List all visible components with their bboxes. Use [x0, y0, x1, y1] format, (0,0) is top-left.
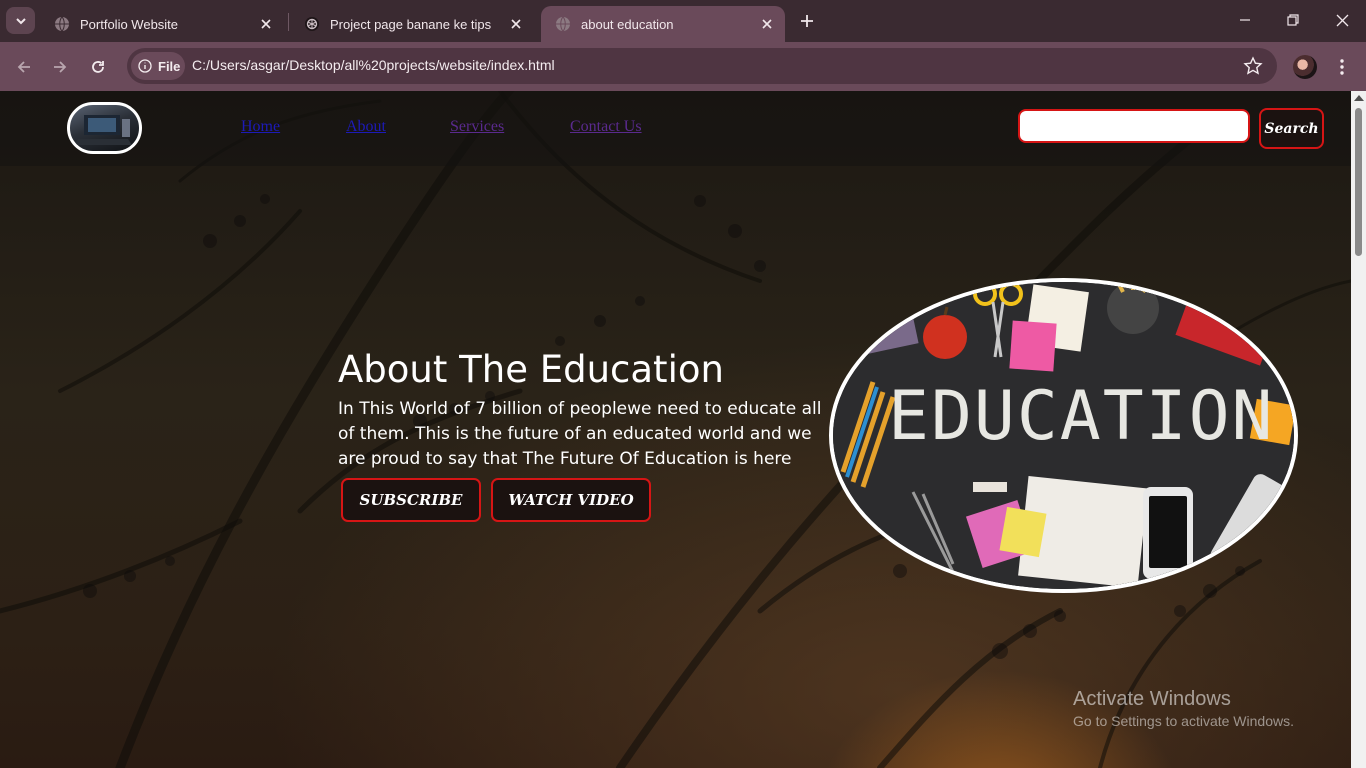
globe-icon [55, 16, 69, 32]
site-info-chip[interactable]: File [131, 52, 185, 80]
browser-toolbar: File C:/Users/asgar/Desktop/all%20projec… [0, 42, 1366, 91]
tab-divider [288, 13, 289, 31]
nav-link-services[interactable]: Services [450, 118, 504, 136]
logo-image [74, 115, 132, 145]
forward-button[interactable] [47, 54, 73, 80]
url-text[interactable]: C:/Users/asgar/Desktop/all%20projects/we… [192, 57, 555, 73]
tab-project-page-tips[interactable]: Project page banane ke tips [290, 6, 534, 42]
restore-icon [1287, 14, 1299, 26]
info-icon [138, 59, 152, 73]
tab-title: about education [581, 16, 674, 32]
bookmark-star-icon[interactable] [1243, 56, 1263, 76]
education-chalk-word: EDUCATION [888, 377, 1275, 456]
nav-link-home[interactable]: Home [241, 118, 280, 136]
education-image: EDUCATION [829, 278, 1298, 593]
nav-link-about[interactable]: About [346, 118, 386, 136]
activate-windows-subtitle: Go to Settings to activate Windows. [1073, 713, 1294, 729]
plus-icon [801, 15, 813, 27]
tab-strip: Portfolio Website Project page banane ke… [0, 0, 1366, 42]
close-tab-icon[interactable] [258, 16, 274, 32]
back-button[interactable] [11, 54, 37, 80]
reload-icon [92, 61, 104, 73]
page-scrollbar[interactable] [1351, 91, 1366, 768]
close-window-button[interactable] [1318, 0, 1366, 40]
tab-portfolio-website[interactable]: Portfolio Website [40, 6, 284, 42]
arrow-right-icon [54, 61, 67, 73]
reload-button[interactable] [85, 54, 111, 80]
arrow-left-icon [17, 61, 30, 73]
close-tab-icon[interactable] [508, 16, 524, 32]
minimize-icon [1240, 19, 1250, 21]
tab-title: Portfolio Website [80, 16, 179, 32]
close-tab-icon[interactable] [759, 16, 775, 32]
chevron-down-icon [15, 17, 26, 24]
activate-windows-watermark: Activate Windows Go to Settings to activ… [1073, 688, 1294, 729]
site-header: Home About Services Contact Us Search [0, 91, 1351, 166]
profile-avatar[interactable] [1293, 55, 1317, 79]
search-button[interactable]: Search [1259, 108, 1324, 149]
tab-about-education[interactable]: about education [541, 6, 785, 42]
page-viewport: Home About Services Contact Us Search Ab… [0, 91, 1351, 768]
globe-icon [556, 16, 570, 32]
tab-title: Project page banane ke tips [330, 16, 492, 32]
nav-link-contact-us[interactable]: Contact Us [570, 118, 642, 136]
tab-search-button[interactable] [6, 7, 35, 34]
more-vertical-icon [1340, 59, 1344, 75]
search-input[interactable] [1018, 109, 1250, 143]
activate-windows-title: Activate Windows [1073, 688, 1231, 710]
minimize-button[interactable] [1221, 0, 1269, 40]
new-tab-button[interactable] [795, 9, 819, 33]
hero-description: In This World of 7 billion of peoplewe n… [338, 399, 822, 469]
close-icon [1336, 14, 1348, 26]
address-bar[interactable]: File C:/Users/asgar/Desktop/all%20projec… [127, 48, 1277, 84]
hero-title: About The Education [338, 348, 724, 391]
browser-menu-button[interactable] [1334, 55, 1350, 79]
restore-button[interactable] [1269, 0, 1317, 40]
scroll-up-arrow-icon[interactable] [1354, 95, 1364, 101]
openai-icon [305, 17, 319, 31]
site-logo[interactable] [67, 102, 142, 154]
subscribe-button[interactable]: SUBSCRIBE [341, 478, 481, 522]
chip-label: File [158, 58, 181, 74]
scrollbar-thumb[interactable] [1355, 108, 1362, 256]
watch-video-button[interactable]: WATCH VIDEO [491, 478, 651, 522]
